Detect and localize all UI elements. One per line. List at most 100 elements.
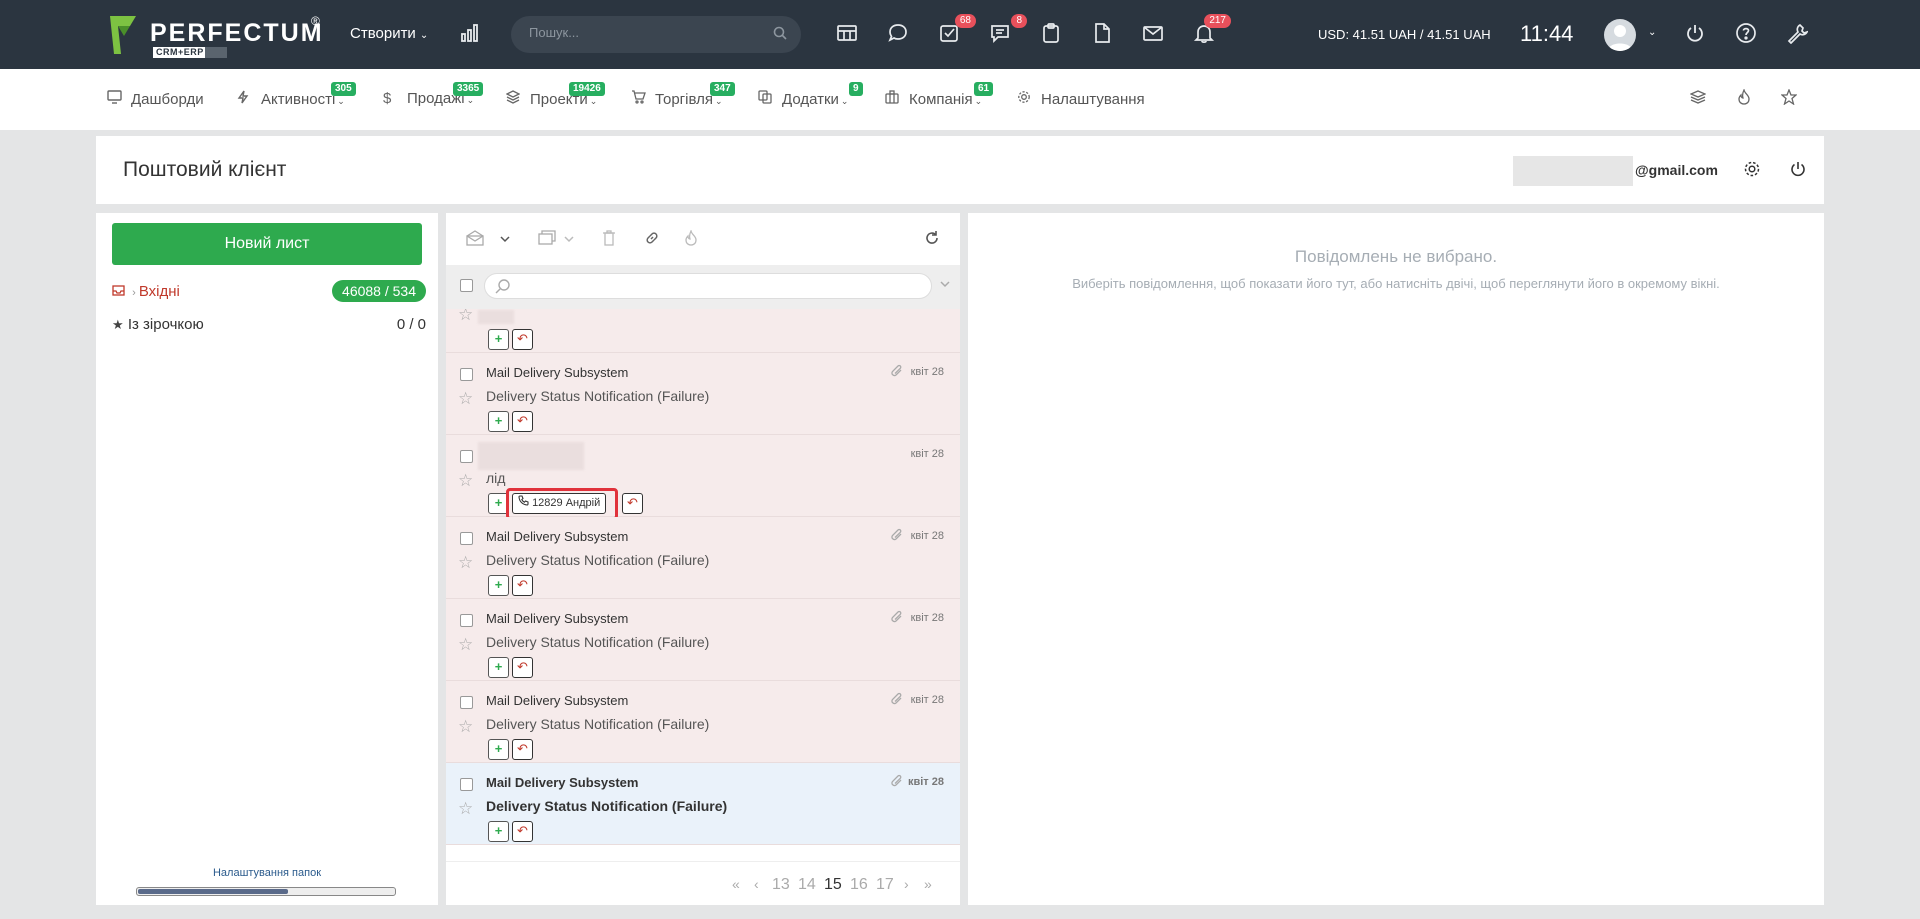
folder-inbox[interactable]: › Вхідні 46088 / 534 [112, 280, 426, 302]
chevron-down-icon[interactable] [500, 230, 510, 246]
help-icon[interactable] [1735, 22, 1761, 48]
add-button[interactable]: + [488, 739, 509, 760]
chevron-down-icon: ⌄ [466, 95, 475, 105]
wrench-icon[interactable] [1786, 22, 1812, 48]
folder-starred[interactable]: ★ Із зірочкою 0 / 0 [112, 313, 426, 335]
page-link[interactable]: 13 [772, 876, 790, 894]
star-icon[interactable]: ☆ [458, 799, 473, 819]
fire-icon[interactable] [684, 229, 698, 249]
message-date: квіт 28 [910, 694, 944, 706]
star-icon[interactable]: ☆ [458, 635, 473, 655]
reply-button[interactable]: ↶ [512, 657, 533, 678]
star-icon[interactable]: ☆ [458, 553, 473, 573]
paperclip-icon [889, 692, 904, 709]
mark-read-icon[interactable] [466, 230, 484, 249]
nav-item-company[interactable]: Компанія ⌄ 61 [885, 82, 994, 108]
star-icon[interactable] [1780, 88, 1798, 108]
reply-button[interactable]: ↶ [622, 493, 643, 514]
nav-item-settings[interactable]: Налаштування [1017, 90, 1145, 108]
reply-button[interactable]: ↶ [512, 821, 533, 842]
page-link-current[interactable]: 15 [824, 876, 842, 894]
nav-item-dashboards[interactable]: Дашборди [107, 90, 204, 108]
nav-item-activities[interactable]: Активності ⌄ 305 [237, 82, 356, 108]
message-checkbox[interactable] [460, 614, 473, 627]
chevron-down-icon[interactable]: ⌄ [1648, 27, 1656, 38]
mail-icon[interactable] [1142, 22, 1168, 48]
bell-icon[interactable]: 217 [1193, 14, 1231, 48]
first-page-icon[interactable]: « [732, 876, 740, 892]
tasks-icon[interactable]: 68 [938, 14, 976, 48]
clipboard-icon[interactable] [1040, 22, 1066, 48]
move-folder-icon[interactable] [538, 230, 556, 249]
message-checkbox[interactable] [460, 532, 473, 545]
new-mail-button[interactable]: Новий лист [112, 223, 422, 265]
power-icon[interactable] [1789, 160, 1807, 181]
link-icon[interactable] [644, 230, 660, 249]
search-icon[interactable] [773, 26, 787, 43]
email-account-blurred [1513, 156, 1633, 186]
document-icon[interactable] [1091, 22, 1117, 48]
messages-icon[interactable]: 8 [989, 14, 1027, 48]
layers-icon[interactable] [1689, 89, 1707, 108]
scrollbar-thumb[interactable] [138, 889, 288, 894]
message-row-selected[interactable]: ☆ Mail Delivery Subsystem Delivery Statu… [446, 763, 960, 845]
message-checkbox[interactable] [460, 778, 473, 791]
gear-icon[interactable] [1743, 160, 1761, 181]
page-link[interactable]: 14 [798, 876, 816, 894]
reply-button[interactable]: ↶ [512, 575, 533, 596]
nav-item-trade[interactable]: Торгівля ⌄ 347 [631, 82, 735, 108]
nav-item-addons[interactable]: Додатки ⌄ 9 [758, 82, 863, 108]
add-button[interactable]: + [488, 411, 509, 432]
global-search[interactable] [511, 16, 801, 53]
message-row[interactable]: ☆ Mail Delivery Subsystem Delivery Statu… [446, 353, 960, 435]
star-icon[interactable]: ☆ [458, 389, 473, 409]
message-checkbox[interactable] [460, 450, 473, 463]
message-row[interactable]: ☆ + ↶ [446, 309, 960, 353]
message-subject: Delivery Status Notification (Failure) [486, 634, 710, 650]
power-icon[interactable] [1684, 22, 1710, 48]
add-button[interactable]: + [488, 329, 509, 350]
nav-item-sales[interactable]: $ Продажі ⌄ 3365 [383, 82, 484, 107]
message-row[interactable]: ☆ Mail Delivery Subsystem Delivery Statu… [446, 599, 960, 681]
refresh-icon[interactable] [924, 230, 940, 249]
chat-bubble-icon[interactable] [887, 22, 913, 48]
folder-scrollbar[interactable] [136, 887, 396, 896]
message-checkbox[interactable] [460, 696, 473, 709]
page-link[interactable]: 17 [876, 876, 894, 894]
reply-button[interactable]: ↶ [512, 329, 533, 350]
trash-icon[interactable] [602, 230, 616, 249]
reply-button[interactable]: ↶ [512, 739, 533, 760]
select-all-checkbox[interactable] [460, 279, 473, 292]
list-filter-row [446, 265, 960, 309]
message-checkbox[interactable] [460, 368, 473, 381]
message-subject: Delivery Status Notification (Failure) [486, 798, 728, 814]
page-header: Поштовий клієнт @gmail.com [96, 136, 1824, 204]
star-icon[interactable]: ☆ [458, 309, 473, 325]
add-button[interactable]: + [488, 657, 509, 678]
message-row[interactable]: ☆ Mail Delivery Subsystem Delivery Statu… [446, 681, 960, 763]
folder-settings-link[interactable]: Налаштування папок [96, 867, 438, 879]
add-button[interactable]: + [488, 821, 509, 842]
next-page-icon[interactable]: › [904, 876, 909, 892]
fire-icon[interactable] [1736, 88, 1752, 108]
lightning-icon [237, 90, 253, 108]
star-icon[interactable]: ☆ [458, 471, 473, 491]
analytics-icon[interactable] [459, 22, 485, 48]
chevron-down-icon[interactable] [940, 280, 950, 291]
nav-item-projects[interactable]: Проекти ⌄ 19426 [505, 82, 605, 108]
reply-button[interactable]: ↶ [512, 411, 533, 432]
add-button[interactable]: + [488, 575, 509, 596]
star-icon[interactable]: ☆ [458, 717, 473, 737]
calendar-table-icon[interactable] [836, 22, 862, 48]
page-link[interactable]: 16 [850, 876, 868, 894]
avatar[interactable] [1604, 19, 1636, 51]
chevron-down-icon[interactable] [564, 230, 574, 246]
logo[interactable]: PERFECTUM ® CRM+ERP [108, 14, 322, 60]
create-menu[interactable]: Створити ⌄ [350, 25, 428, 42]
list-search-input[interactable] [484, 273, 932, 299]
prev-page-icon[interactable]: ‹ [754, 876, 759, 892]
global-search-input[interactable] [529, 25, 759, 40]
message-row[interactable]: ☆ Mail Delivery Subsystem Delivery Statu… [446, 517, 960, 599]
message-row[interactable]: ☆ лід квіт 28 + 12829 Андрій ↶ [446, 435, 960, 520]
last-page-icon[interactable]: » [924, 876, 932, 892]
